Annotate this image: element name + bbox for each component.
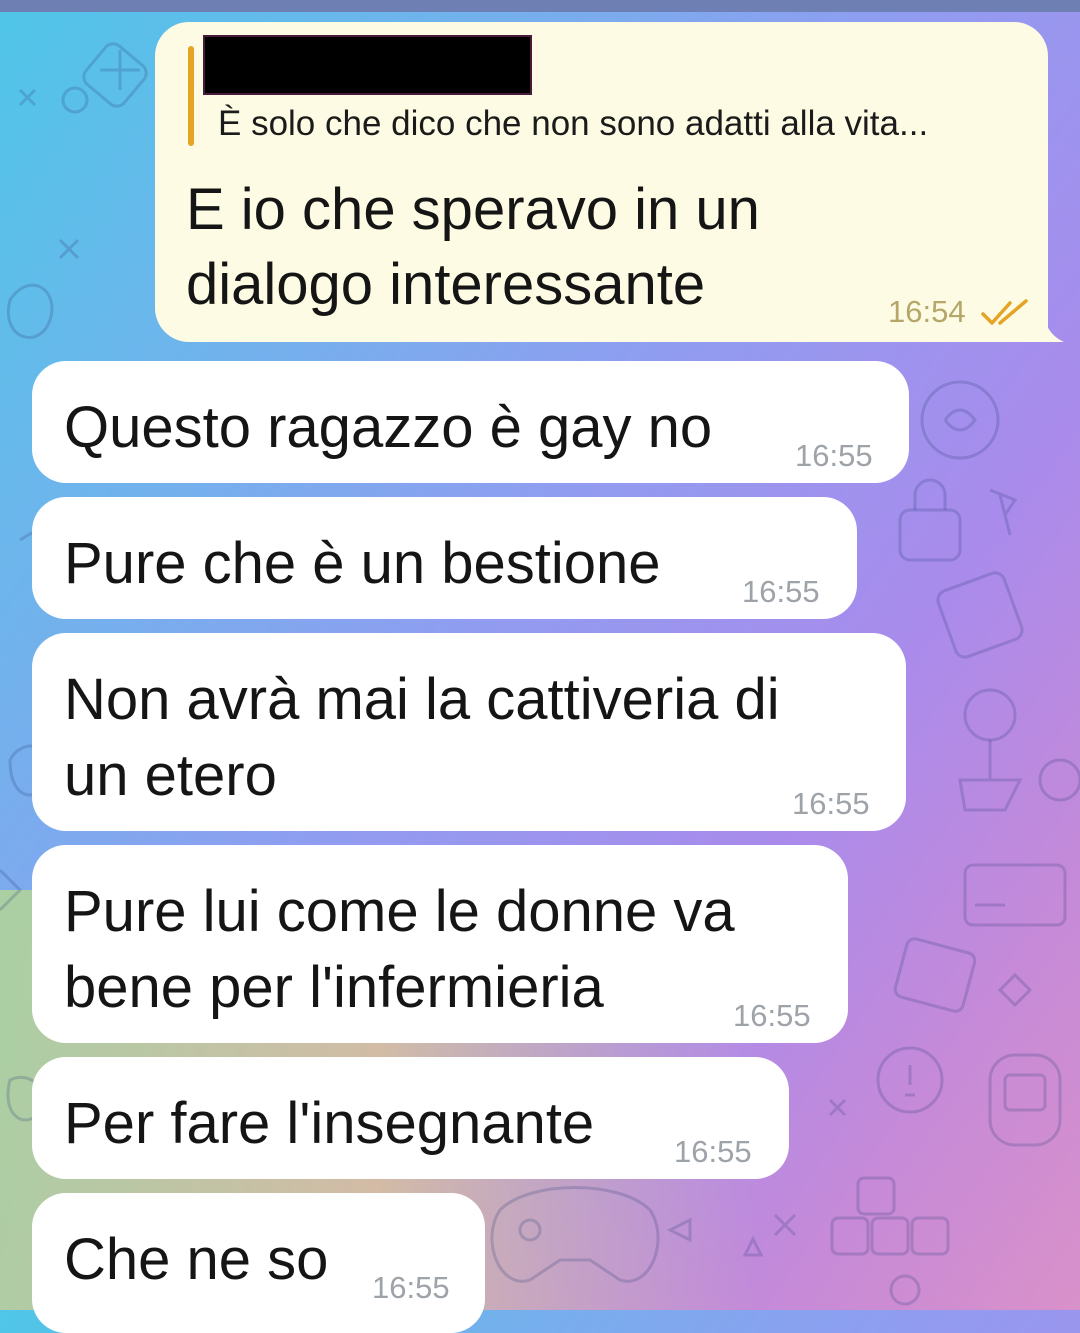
bubble-tail [1040, 300, 1064, 342]
incoming-time: 16:55 [674, 1134, 752, 1169]
incoming-message-text: Non avrà mai la cattiveria di un etero [64, 662, 780, 814]
incoming-time: 16:55 [792, 786, 870, 821]
read-double-check-icon [981, 299, 1028, 325]
incoming-line-2: bene per l'infermieria [64, 955, 604, 1020]
outgoing-message-text: E io che speravo in un dialogo interessa… [186, 172, 876, 322]
incoming-line-1: Non avrà mai la cattiveria di [64, 667, 780, 732]
outgoing-line-2: dialogo interessante [186, 252, 706, 317]
outgoing-time: 16:54 [888, 294, 966, 329]
outgoing-line-1: E io che speravo in un [186, 177, 760, 242]
incoming-message-text: Che ne so [64, 1227, 329, 1292]
incoming-time: 16:55 [795, 438, 873, 473]
incoming-line-2: un etero [64, 743, 277, 808]
incoming-time: 16:55 [372, 1270, 450, 1305]
status-bar-strip [0, 0, 1080, 12]
reply-preview-text[interactable]: È solo che dico che non sono adatti alla… [218, 104, 928, 144]
incoming-time: 16:55 [742, 574, 820, 609]
incoming-message-text: Pure che è un bestione [64, 531, 661, 596]
incoming-line-1: Pure lui come le donne va [64, 879, 735, 944]
reply-accent-bar [188, 46, 194, 146]
reply-sender-redacted [203, 35, 532, 95]
incoming-message-text: Per fare l'insegnante [64, 1091, 595, 1156]
incoming-message-text: Pure lui come le donne va bene per l'inf… [64, 874, 735, 1026]
incoming-message-text: Questo ragazzo è gay no [64, 395, 713, 460]
incoming-time: 16:55 [733, 998, 811, 1033]
